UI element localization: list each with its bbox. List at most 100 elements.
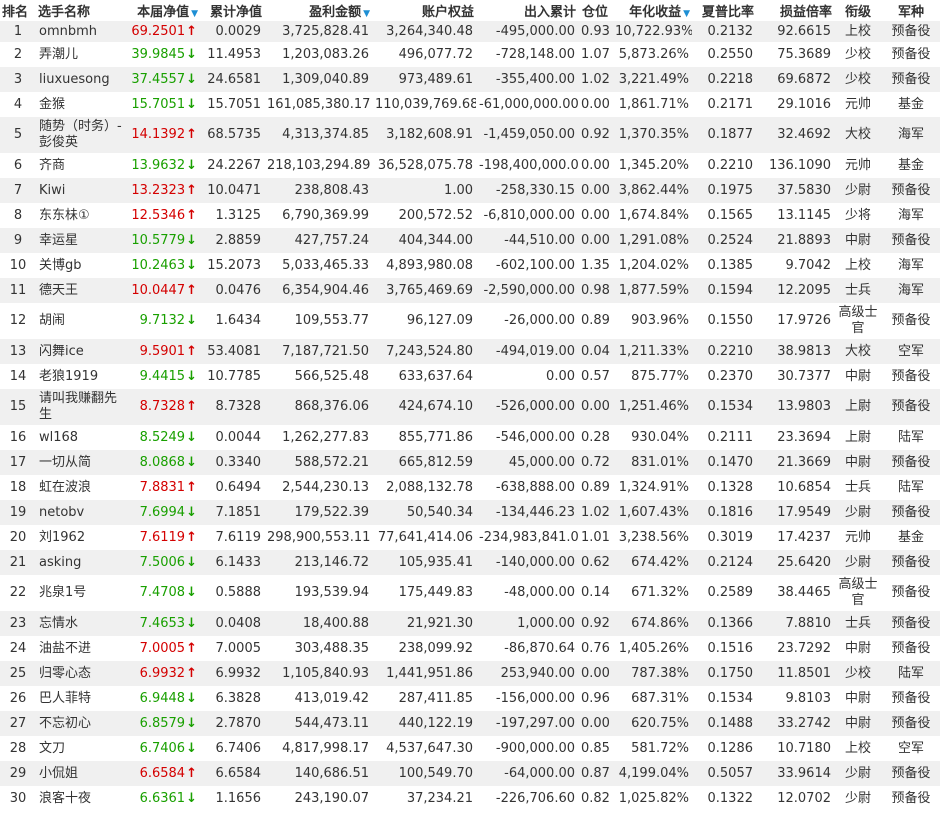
rank-title-cell: 少校 xyxy=(844,71,871,87)
table-row[interactable]: 21 asking 7.5006↓ 6.1433 213,146.72 105,935.4… xyxy=(0,550,940,575)
table-row[interactable]: 17 一切从简 8.0868↓ 0.3340 588,572.21 665,812.59 4… xyxy=(0,450,940,475)
table-row[interactable]: 25 归零心态 6.9932↑ 6.9932 1,105,840.93 1,441,951… xyxy=(0,661,940,686)
header-cash-flow[interactable]: 出入累计 xyxy=(476,0,578,21)
current-nav-value: 12.5346 xyxy=(131,207,186,223)
rank-cell: 17 xyxy=(9,454,27,470)
player-name-link[interactable]: 文刀 xyxy=(36,736,126,761)
table-row[interactable]: 3 liuxuesong 37.4557↓ 24.6581 1,309,040.89 97… xyxy=(0,67,940,92)
player-name-link[interactable]: asking xyxy=(36,550,126,575)
table-row[interactable]: 29 小侃姐 6.6584↑ 6.6584 140,686.51 100,549.70 -6… xyxy=(0,761,940,786)
pl-ratio-cell: 12.0702 xyxy=(777,790,831,806)
header-branch[interactable]: 军种 xyxy=(882,0,940,21)
player-name-link[interactable]: 齐商 xyxy=(36,153,126,178)
player-name-link[interactable]: 一切从简 xyxy=(36,450,126,475)
current-nav-cell: 6.6361↓ xyxy=(126,786,200,811)
table-row[interactable]: 15 请叫我赚翻先生 8.7328↑ 8.7328 868,376.06 424,674.… xyxy=(0,389,940,425)
header-rank-title[interactable]: 衔级 xyxy=(834,0,882,21)
header-position[interactable]: 仓位 xyxy=(578,0,612,21)
table-row[interactable]: 2 弄潮儿 39.9845↓ 11.4953 1,203,083.26 496,077.7… xyxy=(0,42,940,67)
header-annual-return[interactable]: 年化收益 ▼ xyxy=(612,0,692,21)
sort-desc-icon[interactable]: ▼ xyxy=(683,9,690,19)
player-name-link[interactable]: 胡闹 xyxy=(36,303,126,339)
table-row[interactable]: 20 刘1962 7.6119↑ 7.6119 298,900,553.11 77,641… xyxy=(0,525,940,550)
table-row[interactable]: 14 老狼1919 9.4415↓ 10.7785 566,525.48 633,637.… xyxy=(0,364,940,389)
cumulative-nav-cell: 0.0476 xyxy=(215,282,262,298)
table-row[interactable]: 6 齐商 13.9632↓ 24.2267 218,103,294.89 36,528,0… xyxy=(0,153,940,178)
header-rank[interactable]: 排名 xyxy=(0,0,36,21)
player-name-link[interactable]: 浪客十夜 xyxy=(36,786,126,811)
header-player-name[interactable]: 选手名称 xyxy=(36,0,126,21)
table-row[interactable]: 18 虹在波浪 7.8831↑ 0.6494 2,544,230.13 2,088,132… xyxy=(0,475,940,500)
table-row[interactable]: 16 wl168 8.5249↓ 0.0044 1,262,277.83 855,771.… xyxy=(0,425,940,450)
header-current-nav[interactable]: 本届净值 ▼ xyxy=(126,0,200,21)
player-name-link[interactable]: 关博gb xyxy=(36,253,126,278)
table-row[interactable]: 13 闪舞ice 9.5901↑ 53.4081 7,187,721.50 7,243,5… xyxy=(0,339,940,364)
sort-desc-icon[interactable]: ▼ xyxy=(191,9,198,19)
player-name-link[interactable]: 不忘初心 xyxy=(36,711,126,736)
table-row[interactable]: 28 文刀 6.7406↓ 6.7406 4,817,998.17 4,537,647.3… xyxy=(0,736,940,761)
table-row[interactable]: 10 关博gb 10.2463↓ 15.2073 5,033,465.33 4,893,9… xyxy=(0,253,940,278)
player-name-link[interactable]: 请叫我赚翻先生 xyxy=(36,389,126,425)
sharpe-cell: 0.1534 xyxy=(707,399,754,414)
table-row[interactable]: 22 兆泉1号 7.4708↓ 0.5888 193,539.94 175,449.83-… xyxy=(0,575,940,611)
header-sharpe[interactable]: 夏普比率 xyxy=(692,0,756,21)
player-name-link[interactable]: 虹在波浪 xyxy=(36,475,126,500)
player-name-link[interactable]: wl168 xyxy=(36,425,126,450)
player-name-link[interactable]: 刘1962 xyxy=(36,525,126,550)
table-row[interactable]: 23 忘情水 7.4653↓ 0.0408 18,400.88 21,921.30 1,00… xyxy=(0,611,940,636)
table-row[interactable]: 1 omnbmh 69.2501↑ 0.0029 3,725,828.41 3,264,3… xyxy=(0,21,940,42)
table-row[interactable]: 8 东东㭑① 12.5346↑ 1.3125 6,790,369.99 200,572.5… xyxy=(0,203,940,228)
player-name-link[interactable]: 随势（时务）-彭俊英 xyxy=(36,117,126,153)
table-row[interactable]: 7 Kiwi 13.2323↑ 10.0471 238,808.43 1.00 -258,3… xyxy=(0,178,940,203)
table-row[interactable]: 4 金猴 15.7051↓ 15.7051 161,085,380.17 110,039,… xyxy=(0,92,940,117)
rank-cell: 5 xyxy=(13,127,23,142)
player-name-link[interactable]: 幸运星 xyxy=(36,228,126,253)
player-name-link[interactable]: 兆泉1号 xyxy=(36,575,126,611)
table-row[interactable]: 19 netobv 7.6994↓ 7.1851 179,522.39 50,540.34… xyxy=(0,500,940,525)
table-row[interactable]: 11 德天王 10.0447↑ 0.0476 6,354,904.46 3,765,469… xyxy=(0,278,940,303)
player-name-link[interactable]: omnbmh xyxy=(36,21,126,42)
sharpe-cell: 0.1488 xyxy=(707,715,754,731)
player-name-link[interactable]: 金猴 xyxy=(36,92,126,117)
header-profit[interactable]: 盈利金额 ▼ xyxy=(264,0,372,21)
branch-cell: 基金 xyxy=(897,96,924,112)
profit-cell: 2,544,230.13 xyxy=(282,479,369,495)
player-name-link[interactable]: 德天王 xyxy=(36,278,126,303)
player-name-link[interactable]: netobv xyxy=(36,500,126,525)
player-name-link[interactable]: 闪舞ice xyxy=(36,339,126,364)
equity-cell: 404,344.00 xyxy=(398,232,473,248)
player-name-link[interactable]: 油盐不进 xyxy=(36,636,126,661)
arrow-down-icon: ↓ xyxy=(186,554,197,570)
sharpe-cell: 0.1877 xyxy=(707,127,754,142)
table-row[interactable]: 9 幸运星 10.5779↓ 2.8859 427,757.24 404,344.00 -4… xyxy=(0,228,940,253)
branch-cell: 陆军 xyxy=(897,479,924,495)
sharpe-cell: 0.5057 xyxy=(707,765,754,781)
cumulative-nav-cell: 53.4081 xyxy=(207,343,261,359)
player-name-link[interactable]: 忘情水 xyxy=(36,611,126,636)
header-equity[interactable]: 账户权益 xyxy=(372,0,476,21)
current-nav-cell: 15.7051↓ xyxy=(126,92,200,117)
player-name-link[interactable]: Kiwi xyxy=(36,178,126,203)
header-pl-ratio[interactable]: 损益倍率 xyxy=(756,0,834,21)
table-row[interactable]: 27 不忘初心 6.8579↓ 2.7870 544,473.11 440,122.19-… xyxy=(0,711,940,736)
table-row[interactable]: 30 浪客十夜 6.6361↓ 1.1656 243,190.07 37,234.21 -2… xyxy=(0,786,940,811)
sharpe-cell: 0.1385 xyxy=(707,257,754,273)
sort-desc-icon[interactable]: ▼ xyxy=(363,9,370,19)
header-cumulative-nav[interactable]: 累计净值 xyxy=(200,0,264,21)
current-nav-value: 39.9845 xyxy=(131,46,186,62)
player-name-link[interactable]: 小侃姐 xyxy=(36,761,126,786)
annual-return-cell: 831.01% xyxy=(631,454,689,470)
player-name-link[interactable]: 归零心态 xyxy=(36,661,126,686)
rank-cell: 3 xyxy=(13,71,23,87)
player-name-link[interactable]: 东东㭑① xyxy=(36,203,126,228)
player-name-link[interactable]: 巴人菲特 xyxy=(36,686,126,711)
table-row[interactable]: 5 随势（时务）-彭俊英 14.1392↑ 68.5735 4,313,374.85 3,… xyxy=(0,117,940,153)
player-name-link[interactable]: liuxuesong xyxy=(36,67,126,92)
table-row[interactable]: 24 油盐不进 7.0005↑ 7.0005 303,488.35 238,099.92-… xyxy=(0,636,940,661)
table-row[interactable]: 12 胡闹 9.7132↓ 1.6434 109,553.77 96,127.09 -26,… xyxy=(0,303,940,339)
player-name-link[interactable]: 弄潮儿 xyxy=(36,42,126,67)
player-name-link[interactable]: 老狼1919 xyxy=(36,364,126,389)
rank-title-cell: 少尉 xyxy=(844,765,871,781)
arrow-up-icon: ↑ xyxy=(186,665,197,681)
table-row[interactable]: 26 巴人菲特 6.9448↓ 6.3828 413,019.42 287,411.85-… xyxy=(0,686,940,711)
